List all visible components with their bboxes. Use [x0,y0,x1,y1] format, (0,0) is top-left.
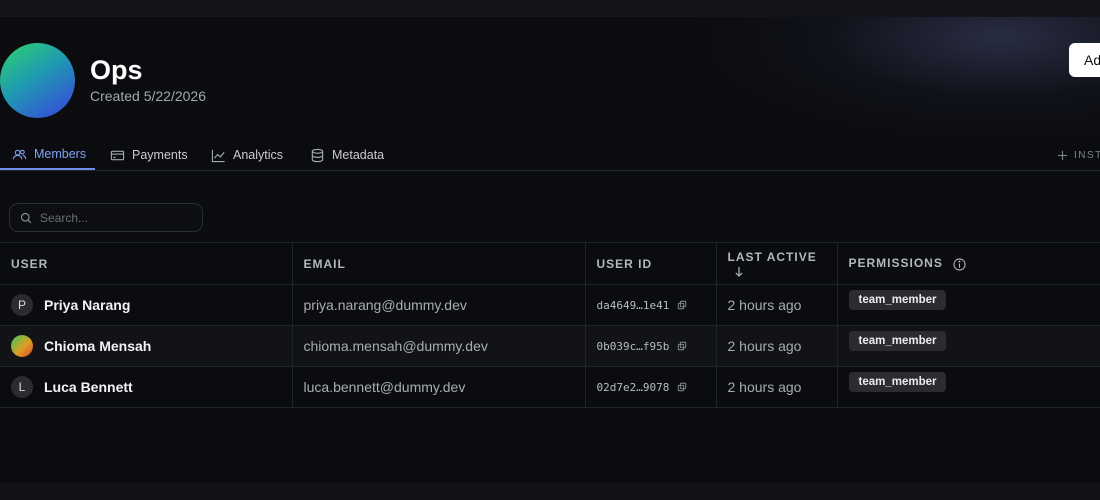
last-active-cell: 2 hours ago [716,284,838,326]
page-title: Ops [90,55,143,85]
tab-label: Analytics [233,148,284,162]
column-label: LAST ACTIVE [727,249,817,264]
user-id-cell: 02d7e2…9078 [585,366,717,408]
column-header-permissions[interactable]: PERMISSIONS [837,242,1100,285]
tab-members[interactable]: Members [0,140,95,170]
user-id: da4649…1e41 [596,298,670,312]
users-icon [12,149,27,159]
created-date: Created 5/22/2026 [90,88,206,104]
table-row[interactable]: L Luca Bennett luca.bennett@dummy.dev 02… [0,366,1100,408]
copy-icon[interactable] [677,341,687,351]
tab-label: Members [34,147,87,161]
add-button[interactable]: Ad [1069,43,1100,77]
tab-metadata[interactable]: Metadata [310,140,384,170]
table-row[interactable]: Chioma Mensah chioma.mensah@dummy.dev 0b… [0,325,1100,367]
members-table: USER EMAIL USER ID LAST ACTIVE PERMISSIO… [0,242,1100,408]
tab-bar: Members Payments Analytics Metadata INST [0,140,1100,171]
avatar: L [11,376,33,398]
user-name: Priya Narang [44,297,131,313]
user-name: Chioma Mensah [44,338,152,354]
user-id-cell: 0b039c…f95b [585,325,717,367]
user-cell: P Priya Narang [0,284,293,326]
header-glow [640,17,1100,157]
last-active-cell: 2 hours ago [716,366,838,408]
avatar [11,335,33,357]
search-box [9,203,203,232]
permissions-cell: team_member [837,325,1100,367]
permission-badge: team_member [848,372,947,392]
email-cell: luca.bennett@dummy.dev [292,366,586,408]
table-header-row: USER EMAIL USER ID LAST ACTIVE PERMISSIO… [0,242,1100,285]
column-header-user[interactable]: USER [0,242,293,285]
permissions-cell: team_member [837,366,1100,408]
copy-icon[interactable] [677,300,687,310]
avatar: P [11,294,33,316]
install-button[interactable]: INST [1057,140,1100,170]
email-cell: priya.narang@dummy.dev [292,284,586,326]
search-input[interactable] [40,210,190,225]
column-header-email[interactable]: EMAIL [292,242,586,285]
permissions-cell: team_member [837,284,1100,326]
user-cell: L Luca Bennett [0,366,293,408]
email-cell: chioma.mensah@dummy.dev [292,325,586,367]
user-cell: Chioma Mensah [0,325,293,367]
tab-label: Metadata [332,148,385,162]
tab-label: Payments [132,148,188,162]
copy-icon[interactable] [677,382,687,392]
org-avatar [0,43,75,118]
tab-payments[interactable]: Payments [110,140,188,170]
plus-icon [1057,150,1068,160]
install-label: INST [1074,149,1100,161]
user-id-cell: da4649…1e41 [585,284,717,326]
permission-badge: team_member [848,331,947,351]
column-header-user-id[interactable]: USER ID [585,242,717,285]
tab-analytics[interactable]: Analytics [211,140,283,170]
database-icon [311,148,324,162]
search-icon [20,212,32,223]
user-id: 0b039c…f95b [596,339,670,353]
credit-card-icon [110,150,125,160]
permission-badge: team_member [848,290,947,310]
chart-line-icon [211,149,225,162]
user-id: 02d7e2…9078 [596,380,670,394]
table-row[interactable]: P Priya Narang priya.narang@dummy.dev da… [0,284,1100,326]
sort-down-icon[interactable] [734,266,744,277]
info-icon[interactable] [953,258,966,271]
column-header-last-active[interactable]: LAST ACTIVE [716,242,838,285]
column-label: PERMISSIONS [848,256,943,271]
user-name: Luca Bennett [44,379,133,395]
last-active-cell: 2 hours ago [716,325,838,367]
top-bar [0,0,1100,17]
bottom-bar [0,483,1100,500]
